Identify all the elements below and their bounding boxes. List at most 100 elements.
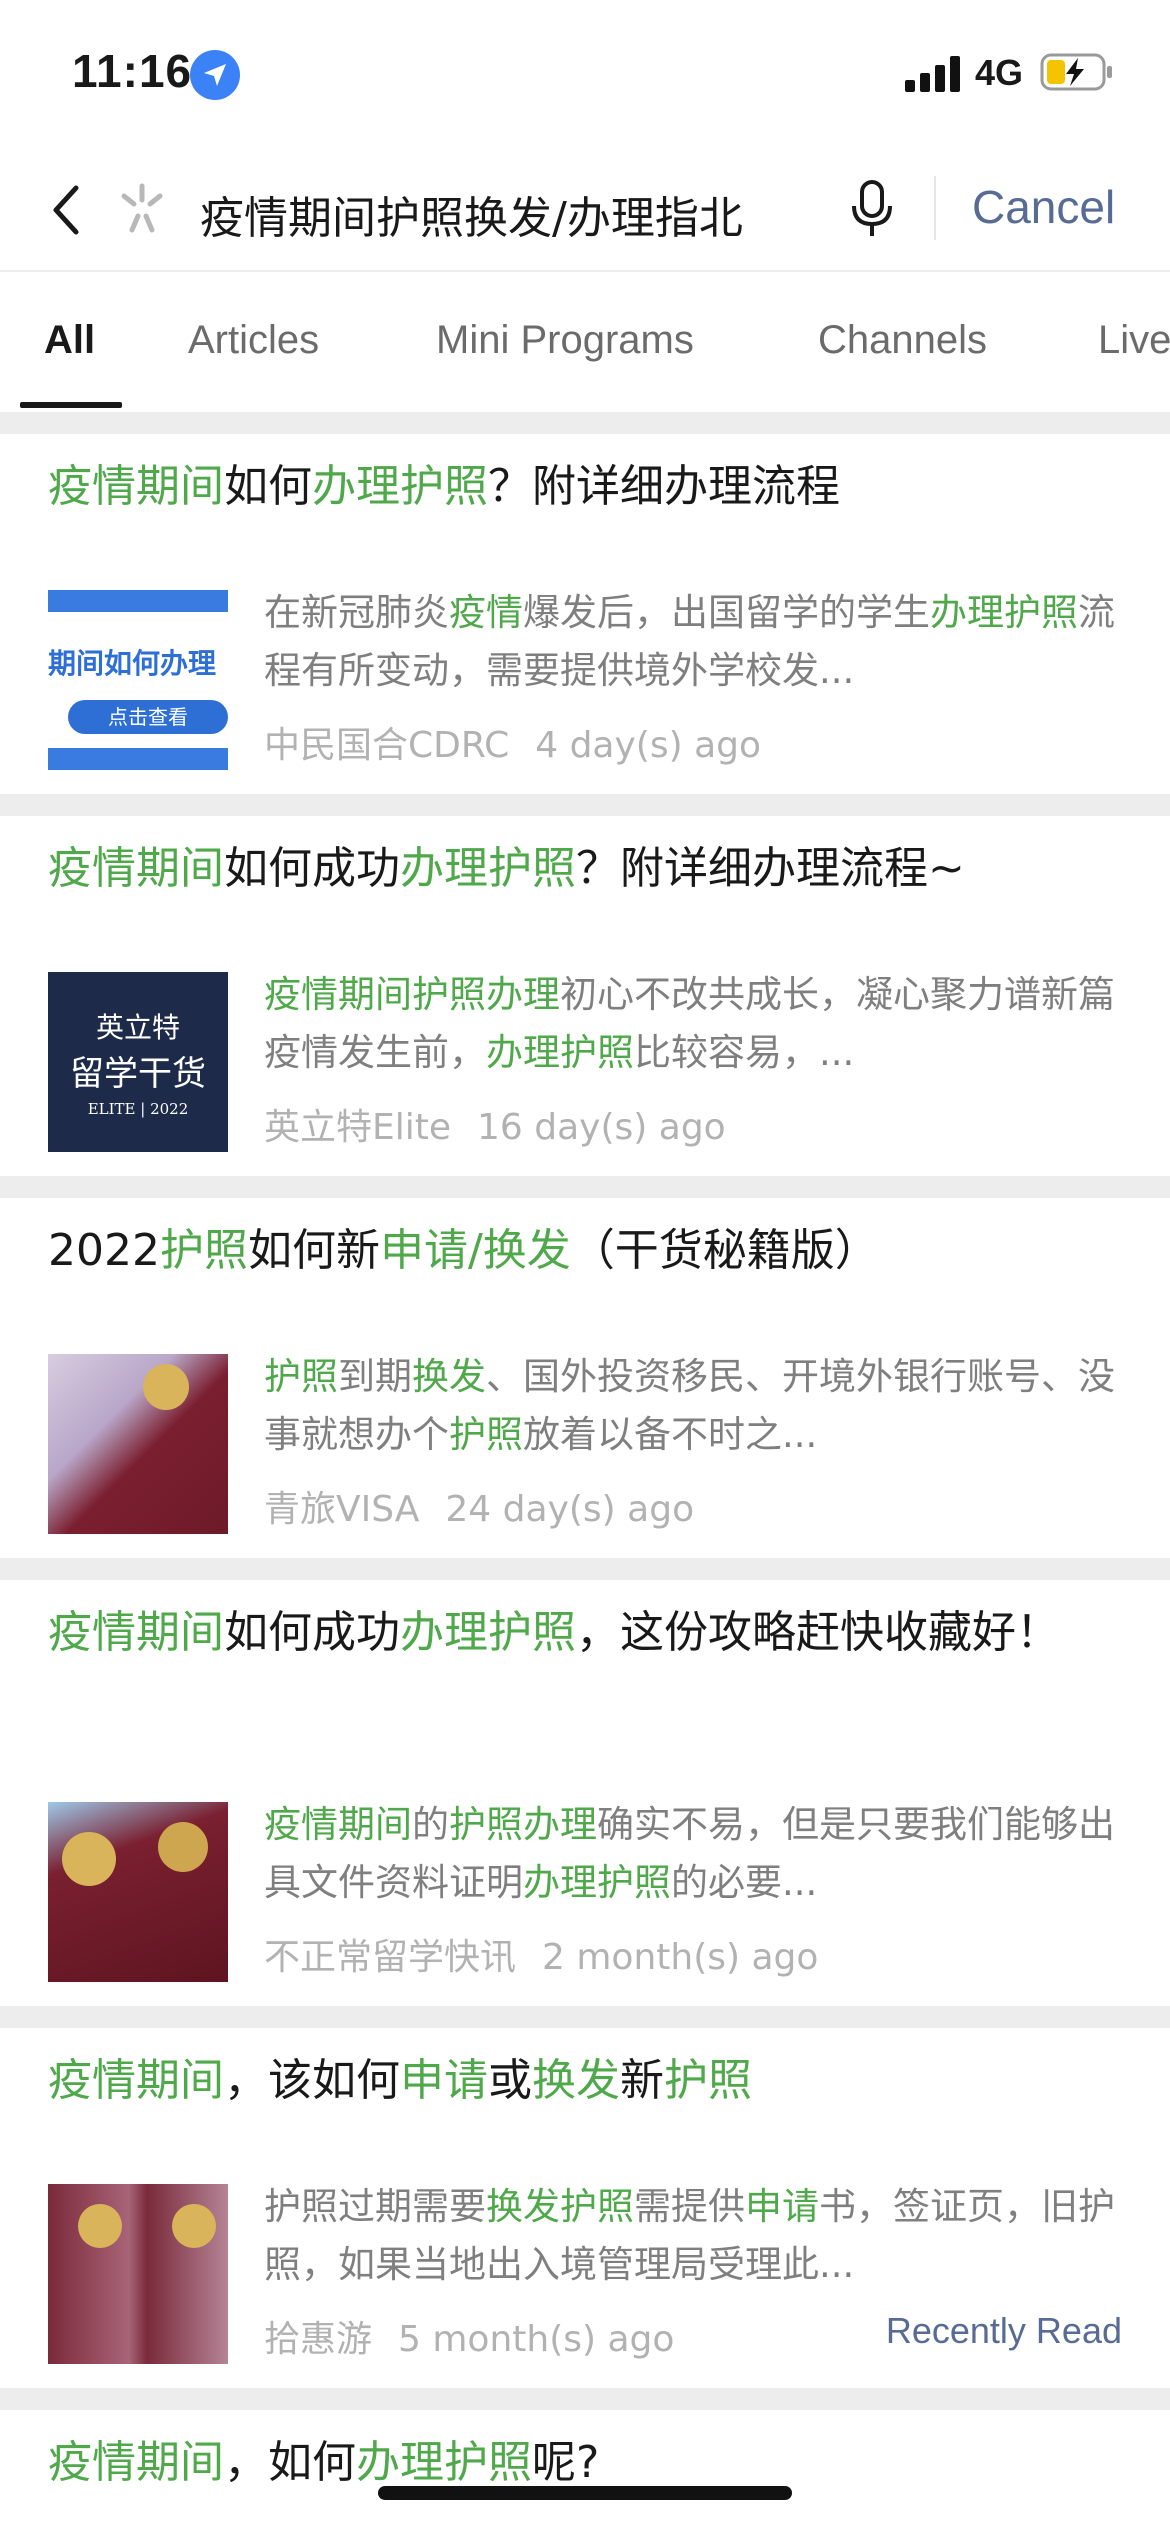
highlighted-keyword: 护照 — [159, 1225, 248, 1276]
tab-mini-programs[interactable]: Mini Programs — [436, 318, 694, 363]
recently-read-badge: Recently Read — [885, 2310, 1122, 2351]
result-time: 2 month(s) ago — [542, 1937, 819, 1978]
highlighted-keyword: 护照 — [449, 1413, 523, 1456]
text-segment: 新 — [620, 2055, 664, 2106]
text-segment: 在新冠肺炎 — [264, 591, 449, 634]
highlighted-keyword: 换发护照 — [486, 2185, 634, 2228]
highlighted-keyword: 办理护照 — [356, 2437, 532, 2488]
highlighted-keyword: 疫情期间 — [48, 2055, 224, 2106]
highlighted-keyword: 换发 — [532, 2055, 620, 2106]
text-segment: 放着以备不时之... — [523, 1413, 818, 1456]
result-snippet: 在新冠肺炎疫情爆发后，出国留学的学生办理护照流程有所变动，需要提供境外学校发..… — [264, 584, 1124, 700]
result-thumbnail — [48, 1354, 228, 1534]
text-segment: 呢? — [532, 2437, 600, 2488]
back-chevron-icon[interactable] — [46, 180, 86, 240]
emblem-icon — [78, 2204, 122, 2248]
result-separator — [0, 794, 1170, 816]
highlighted-keyword: 换发 — [412, 1355, 486, 1398]
highlighted-keyword: 疫情期间 — [48, 2437, 224, 2488]
status-time: 11:16 — [72, 45, 193, 97]
location-arrow-icon — [190, 50, 240, 100]
search-bar: 疫情期间护照换发/办理指北 Cancel — [0, 150, 1170, 272]
result-card[interactable]: 疫情期间，该如何申请或换发新护照 护照过期需要换发护照需提供申请书，签证页，旧护… — [0, 2028, 1170, 2388]
result-source: 不正常留学快讯 — [264, 1937, 517, 1978]
text-segment: ，这份攻略赶快收藏好！ — [576, 1607, 1060, 1658]
text-segment: 的 — [412, 1803, 449, 1846]
result-title[interactable]: 疫情期间如何成功办理护照？附详细办理流程~ — [48, 836, 1118, 902]
search-divider — [934, 176, 936, 240]
result-thumbnail: 英立特 留学干货 ELITE | 2022 — [48, 972, 228, 1152]
result-separator — [0, 1558, 1170, 1580]
result-title[interactable]: 疫情期间如何办理护照？附详细办理流程 — [48, 454, 1118, 520]
text-segment: ，该如何 — [224, 2055, 400, 2106]
result-snippet: 护照到期换发、国外投资移民、开境外银行账号、没事就想办个护照放着以备不时之... — [264, 1348, 1124, 1464]
active-tab-indicator — [20, 402, 122, 408]
result-time: 16 day(s) ago — [477, 1107, 726, 1148]
tab-articles[interactable]: Articles — [188, 318, 319, 363]
highlighted-keyword: 办理护照 — [930, 591, 1078, 634]
text-segment: ？附详细办理流程~ — [576, 843, 965, 894]
result-time: 4 day(s) ago — [535, 725, 762, 766]
result-meta: 不正常留学快讯 2 month(s) ago — [264, 1928, 818, 1980]
cancel-button[interactable]: Cancel — [972, 180, 1115, 234]
thumbnail-line: 英立特 — [95, 1011, 180, 1044]
emblem-icon — [158, 1822, 208, 1872]
result-source: 拾惠游 — [264, 2319, 373, 2360]
search-input[interactable]: 疫情期间护照换发/办理指北 — [200, 182, 840, 246]
text-segment: 护照过期需要 — [264, 2185, 486, 2228]
emblem-icon — [143, 1364, 189, 1410]
thumbnail-line: ELITE | 2022 — [87, 1100, 189, 1118]
result-meta: 英立特Elite 16 day(s) ago — [264, 1098, 726, 1150]
result-snippet: 护照过期需要换发护照需提供申请书，签证页，旧护照，如果当地出入境管理局受理此..… — [264, 2178, 1124, 2294]
highlighted-keyword: 疫情期间护照办理 — [264, 973, 560, 1016]
home-indicator[interactable] — [378, 2486, 792, 2500]
result-source: 英立特Elite — [264, 1107, 452, 1148]
thumbnail-line: 留学干货 — [70, 1054, 206, 1094]
text-segment: 如何成功 — [224, 1607, 400, 1658]
highlighted-keyword: 办理护照 — [486, 1031, 634, 1074]
text-segment: 爆发后，出国留学的学生 — [523, 591, 930, 634]
highlighted-keyword: 申请 — [745, 2185, 819, 2228]
tab-all[interactable]: All — [44, 318, 95, 363]
result-meta: 中民国合CDRC 4 day(s) ago — [264, 716, 761, 768]
result-time: 5 month(s) ago — [398, 2319, 675, 2360]
tab-live[interactable]: Live — [1098, 318, 1170, 363]
result-snippet: 疫情期间护照办理初心不改共成长，凝心聚力谱新篇疫情发生前，办理护照比较容易，..… — [264, 966, 1124, 1082]
signal-icon — [905, 56, 960, 92]
result-card[interactable]: 疫情期间如何成功办理护照，这份攻略赶快收藏好！ 疫情期间的护照办理确实不易，但是… — [0, 1580, 1170, 2006]
text-segment: （干货秘籍版） — [570, 1225, 879, 1276]
text-segment: 如何新 — [247, 1225, 380, 1276]
highlighted-keyword: 申请 — [400, 2055, 488, 2106]
thumbnail-text: 期间如何办理 — [48, 647, 217, 680]
result-card[interactable]: 疫情期间如何办理护照？附详细办理流程 期间如何办理 点击查看 在新冠肺炎疫情爆发… — [0, 434, 1170, 794]
result-thumbnail: 期间如何办理 点击查看 — [48, 590, 228, 770]
highlighted-keyword: 疫情期间 — [48, 461, 224, 512]
result-card[interactable]: 疫情期间，如何办理护照呢? — [0, 2410, 1170, 2532]
emblem-icon — [62, 1832, 116, 1886]
result-card[interactable]: 疫情期间如何成功办理护照？附详细办理流程~ 英立特 留学干货 ELITE | 2… — [0, 816, 1170, 1176]
highlighted-keyword: 疫情期间 — [48, 843, 224, 894]
loading-spinner-icon — [121, 183, 163, 233]
result-title[interactable]: 疫情期间如何成功办理护照，这份攻略赶快收藏好！ — [48, 1600, 1118, 1666]
highlighted-keyword: 办理护照 — [400, 1607, 576, 1658]
text-segment: 如何成功 — [224, 843, 400, 894]
highlighted-keyword: 护照 — [664, 2055, 752, 2106]
results-list: 疫情期间如何办理护照？附详细办理流程 期间如何办理 点击查看 在新冠肺炎疫情爆发… — [0, 412, 1170, 2532]
result-thumbnail — [48, 1802, 228, 1982]
battery-charging-icon — [1040, 53, 1112, 91]
result-title[interactable]: 疫情期间，该如何申请或换发新护照 — [48, 2048, 1118, 2114]
result-time: 24 day(s) ago — [445, 1489, 695, 1530]
highlighted-keyword: 疫情期间 — [48, 1607, 224, 1658]
highlighted-keyword: 申请/换发 — [379, 1225, 571, 1276]
result-title[interactable]: 2022护照如何新申请/换发（干货秘籍版） — [48, 1218, 1118, 1284]
result-card[interactable]: 2022护照如何新申请/换发（干货秘籍版） 护照到期换发、国外投资移民、开境外银… — [0, 1198, 1170, 1558]
thumbnail-button: 点击查看 — [68, 700, 228, 734]
result-separator — [0, 2388, 1170, 2410]
result-separator — [0, 2006, 1170, 2028]
microphone-icon[interactable] — [850, 178, 894, 240]
result-source: 中民国合CDRC — [264, 725, 510, 766]
emblem-icon — [172, 2204, 216, 2248]
status-bar: 11:16 4G — [0, 0, 1170, 150]
result-meta: 拾惠游 5 month(s) ago — [264, 2310, 674, 2362]
tab-channels[interactable]: Channels — [818, 318, 987, 363]
